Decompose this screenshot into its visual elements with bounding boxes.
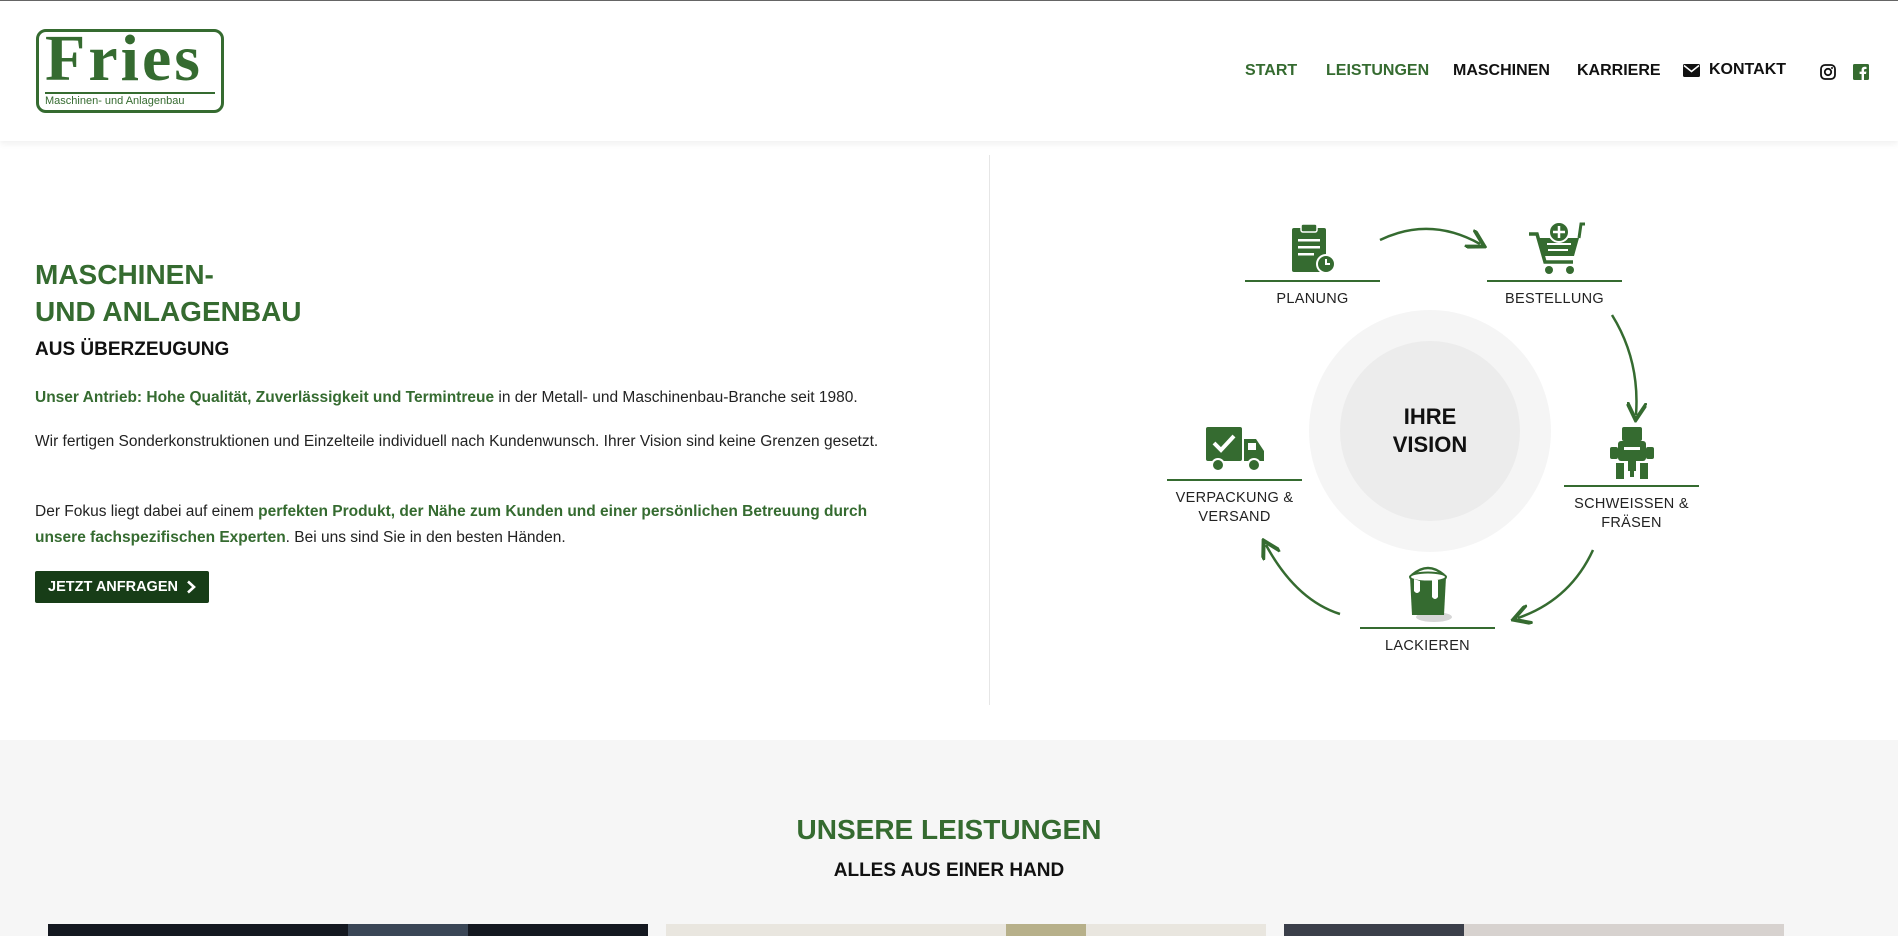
hero-title-line2: UND ANLAGENBAU (35, 296, 302, 327)
site-logo[interactable]: Fries Maschinen- und Anlagenbau (36, 22, 224, 113)
vision-line1: IHRE (1403, 404, 1457, 429)
facebook-icon (1853, 64, 1869, 80)
vision-circle-outer: IHRE VISION (1309, 310, 1551, 552)
hero-p1-rest: in der Metall- und Maschinenbau-Branche … (494, 389, 858, 406)
step-schweissen-label-line1: SCHWEISSEN & (1574, 496, 1689, 512)
hero-p3-end: . Bei uns sind Sie in den besten Händen. (285, 529, 566, 546)
chevron-right-icon (187, 580, 196, 594)
hero-p3-start: Der Fokus liegt dabei auf einem (35, 503, 259, 520)
request-button[interactable]: JETZT ANFRAGEN (35, 571, 209, 603)
logo-rule (45, 92, 215, 94)
step-schweissen-line (1564, 485, 1699, 487)
hero-title: MASCHINEN- UND ANLAGENBAU (35, 256, 935, 330)
hero-divider (989, 155, 990, 705)
nav-item-start[interactable]: START (1245, 62, 1297, 80)
service-card-2-image (1006, 924, 1086, 936)
step-versand-line (1167, 479, 1302, 481)
hero-paragraph-1: Unser Antrieb: Hohe Qualität, Zuverlässi… (35, 385, 915, 411)
instagram-icon (1820, 64, 1836, 80)
paint-bucket-icon (1408, 566, 1452, 622)
request-button-label: JETZT ANFRAGEN (48, 579, 178, 595)
step-planung: PLANUNG (1245, 222, 1380, 309)
services-subtitle: ALLES AUS EINER HAND (833, 860, 1065, 881)
hero-p1-highlight: Unser Antrieb: Hohe Qualität, Zuverlässi… (35, 389, 495, 406)
instagram-link[interactable] (1820, 64, 1836, 85)
envelope-icon (1683, 63, 1700, 77)
step-versand-label-line1: VERPACKUNG & (1175, 490, 1294, 506)
service-card-2[interactable] (666, 924, 1266, 936)
process-diagram: IHRE VISION PLANUNG BESTELLUNG SCHWEISSE… (1160, 210, 1720, 670)
shopping-cart-icon (1528, 221, 1585, 274)
facebook-link[interactable] (1853, 64, 1869, 85)
vision-label: IHRE VISION (1370, 403, 1490, 459)
service-card-3[interactable] (1284, 924, 1784, 936)
step-versand-label-line2: VERSAND (1198, 509, 1271, 525)
clipboard-clock-icon (1291, 223, 1336, 274)
services-title: UNSERE LEISTUNGEN (796, 814, 1102, 845)
step-lackieren-label: LACKIEREN (1385, 638, 1470, 654)
step-lackieren-line (1360, 627, 1495, 629)
step-lackieren: LACKIEREN (1360, 565, 1495, 656)
step-schweissen: SCHWEISSEN & FRÄSEN (1564, 425, 1699, 533)
hero-text: MASCHINEN- UND ANLAGENBAU AUS ÜBERZEUGUN… (35, 256, 935, 361)
arrow-planung-bestellung (1379, 227, 1480, 244)
step-bestellung-line (1487, 280, 1622, 282)
logo-wordmark: Fries (45, 22, 203, 95)
nav-item-kontakt-label: KONTAKT (1709, 61, 1787, 78)
hero-paragraph-2: Wir fertigen Sonderkonstruktionen und Ei… (35, 433, 879, 450)
nav-item-leistungen[interactable]: LEISTUNGEN (1326, 62, 1429, 80)
arrow-lackieren-versand (1266, 545, 1341, 616)
service-card-1[interactable] (48, 924, 648, 936)
step-planung-line (1245, 280, 1380, 282)
service-card-3-image (1464, 924, 1784, 936)
hero-paragraph-3: Der Fokus liegt dabei auf einem perfekte… (35, 499, 915, 551)
step-planung-label: PLANUNG (1276, 291, 1349, 307)
delivery-truck-icon (1205, 427, 1264, 472)
nav-item-kontakt[interactable]: KONTAKT (1683, 61, 1786, 79)
nav-item-karriere[interactable]: KARRIERE (1577, 62, 1661, 80)
site-header: Fries Maschinen- und Anlagenbau START LE… (0, 1, 1898, 141)
step-bestellung-label: BESTELLUNG (1505, 291, 1604, 307)
arrow-bestellung-schweissen (1610, 314, 1637, 415)
hero-subtitle: AUS ÜBERZEUGUNG (35, 339, 230, 360)
logo-subtitle: Maschinen- und Anlagenbau (45, 95, 185, 107)
step-bestellung: BESTELLUNG (1487, 220, 1622, 309)
nav-item-maschinen[interactable]: MASCHINEN (1453, 62, 1550, 80)
step-versand-label: VERPACKUNG & VERSAND (1167, 489, 1302, 527)
step-schweissen-label: SCHWEISSEN & FRÄSEN (1564, 495, 1699, 533)
milling-machine-icon (1609, 427, 1654, 479)
step-schweissen-label-line2: FRÄSEN (1601, 515, 1662, 531)
vision-line2: VISION (1392, 432, 1468, 457)
arrow-schweissen-lackieren (1518, 549, 1595, 618)
hero-title-line1: MASCHINEN- (35, 259, 214, 290)
vision-circle-inner: IHRE VISION (1340, 341, 1520, 521)
step-versand: VERPACKUNG & VERSAND (1167, 423, 1302, 527)
service-card-1-image (348, 924, 468, 936)
